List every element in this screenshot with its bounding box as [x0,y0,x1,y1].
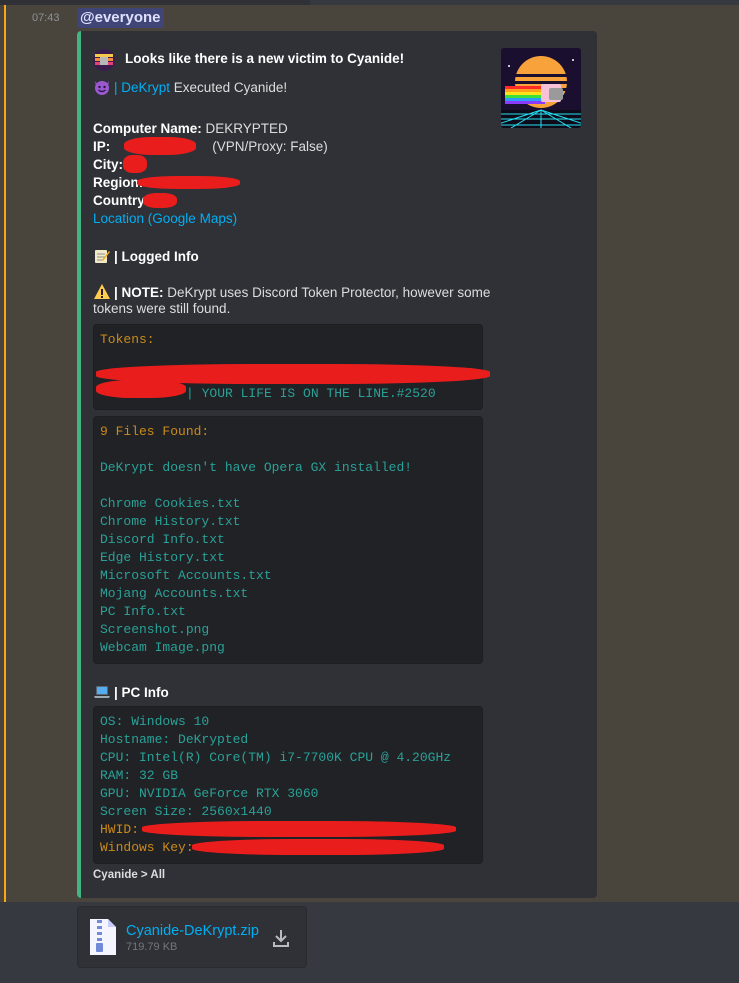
note-line-1: | NOTE: DeKrypt uses Discord Token Prote… [93,283,490,301]
file-item: Microsoft Accounts.txt [100,568,272,583]
country-label: Country: [93,193,150,208]
executed-line: | DeKrypt Executed Cyanide! [93,78,287,96]
note-line-2: tokens were still found. [93,301,231,316]
message-highlighted: 07:43 @everyone Looks like there is a ne… [0,5,739,902]
files-header: 9 Files Found: [100,424,210,439]
smiling-imp-emoji [93,78,111,96]
cyanide-logo-icon [93,49,115,71]
pc-info-screen-size: Screen Size: 2560x1440 [100,804,272,819]
files-codeblock: 9 Files Found: DeKrypt doesn't have Oper… [93,416,483,664]
note-label: | NOTE: [114,285,164,300]
pc-info-hwid: HWID: [100,822,140,837]
message-timestamp[interactable]: 07:43 [32,12,60,24]
zip-file-icon [88,917,118,957]
pc-info-hostname: Hostname: DeKrypted [100,732,249,747]
file-item: Webcam Image.png [100,640,225,655]
country-line: Country: [93,193,149,208]
download-icon[interactable] [270,927,292,949]
region-line: Region: [93,175,143,190]
laptop-emoji [93,683,111,701]
pc-info-cpu: CPU: Intel(R) Core(TM) i7-7700K CPU @ 4.… [100,750,452,765]
opera-gx-note: DeKrypt doesn't have Opera GX installed! [100,460,413,475]
ip-vpn-status: (VPN/Proxy: False) [212,139,328,154]
redaction-hwid [142,821,456,837]
logged-info-heading: | Logged Info [93,247,199,265]
note-text-1: DeKrypt uses Discord Token Protector, ho… [163,285,491,300]
logged-info-title: | Logged Info [114,249,199,264]
attachment-file-size: 719.79 KB [126,941,178,953]
file-item: Discord Info.txt [100,532,225,547]
embed-footer: Cyanide > All [93,869,166,881]
file-item: PC Info.txt [100,604,186,619]
pc-info-ram: RAM: 32 GB [100,768,179,783]
redaction-ip [124,137,196,155]
nyan-cat-synthwave-thumbnail[interactable] [501,48,581,128]
tokens-header: Tokens: [100,332,155,347]
computer-name-value: DEKRYPTED [201,121,288,136]
city-label: City: [93,157,123,172]
rich-embed: Looks like there is a new victim to Cyan… [77,31,597,898]
computer-name-line: Computer Name: DEKRYPTED [93,121,288,136]
redaction-city [123,155,147,173]
pc-info-heading: | PC Info [93,683,169,701]
ip-label: IP: [93,139,111,154]
victim-username-link[interactable]: DeKrypt [121,80,170,95]
region-label: Region: [93,175,144,190]
file-item: Mojang Accounts.txt [100,586,249,601]
everyone-mention[interactable]: @everyone [77,8,164,28]
tokens-codeblock: Tokens: | YOUR LIFE IS ON THE LINE.#2520 [93,324,490,410]
file-item: Chrome History.txt [100,514,241,529]
token-entry-suffix: | YOUR LIFE IS ON THE LINE.#2520 [186,386,436,401]
mention-highlight-bar [4,5,6,902]
file-item: Chrome Cookies.txt [100,496,241,511]
embed-color-bar [77,31,81,898]
file-attachment[interactable]: Cyanide-DeKrypt.zip 719.79 KB [77,906,307,968]
redaction-region [137,176,240,189]
executed-text: Executed Cyanide! [170,80,288,95]
embed-author[interactable]: Looks like there is a new victim to Cyan… [125,51,404,66]
redaction-windows-key [192,839,444,855]
location-google-maps-link[interactable]: Location (Google Maps) [93,211,237,226]
pc-info-windows-key: Windows Key: [100,840,194,855]
file-item: Edge History.txt [100,550,225,565]
city-line: City: [93,157,123,172]
warning-emoji [93,283,111,301]
pc-info-codeblock: OS: Windows 10 Hostname: DeKrypted CPU: … [93,706,483,864]
computer-name-label: Computer Name: [93,121,202,136]
pc-info-os: OS: Windows 10 [100,714,210,729]
pc-info-title: | PC Info [114,685,169,700]
memo-emoji [93,247,111,265]
pc-info-gpu: GPU: NVIDIA GeForce RTX 3060 [100,786,319,801]
file-item: Screenshot.png [100,622,210,637]
redaction-token-2 [96,380,186,398]
attachment-file-name-link[interactable]: Cyanide-DeKrypt.zip [126,923,259,939]
redaction-country [143,193,177,208]
